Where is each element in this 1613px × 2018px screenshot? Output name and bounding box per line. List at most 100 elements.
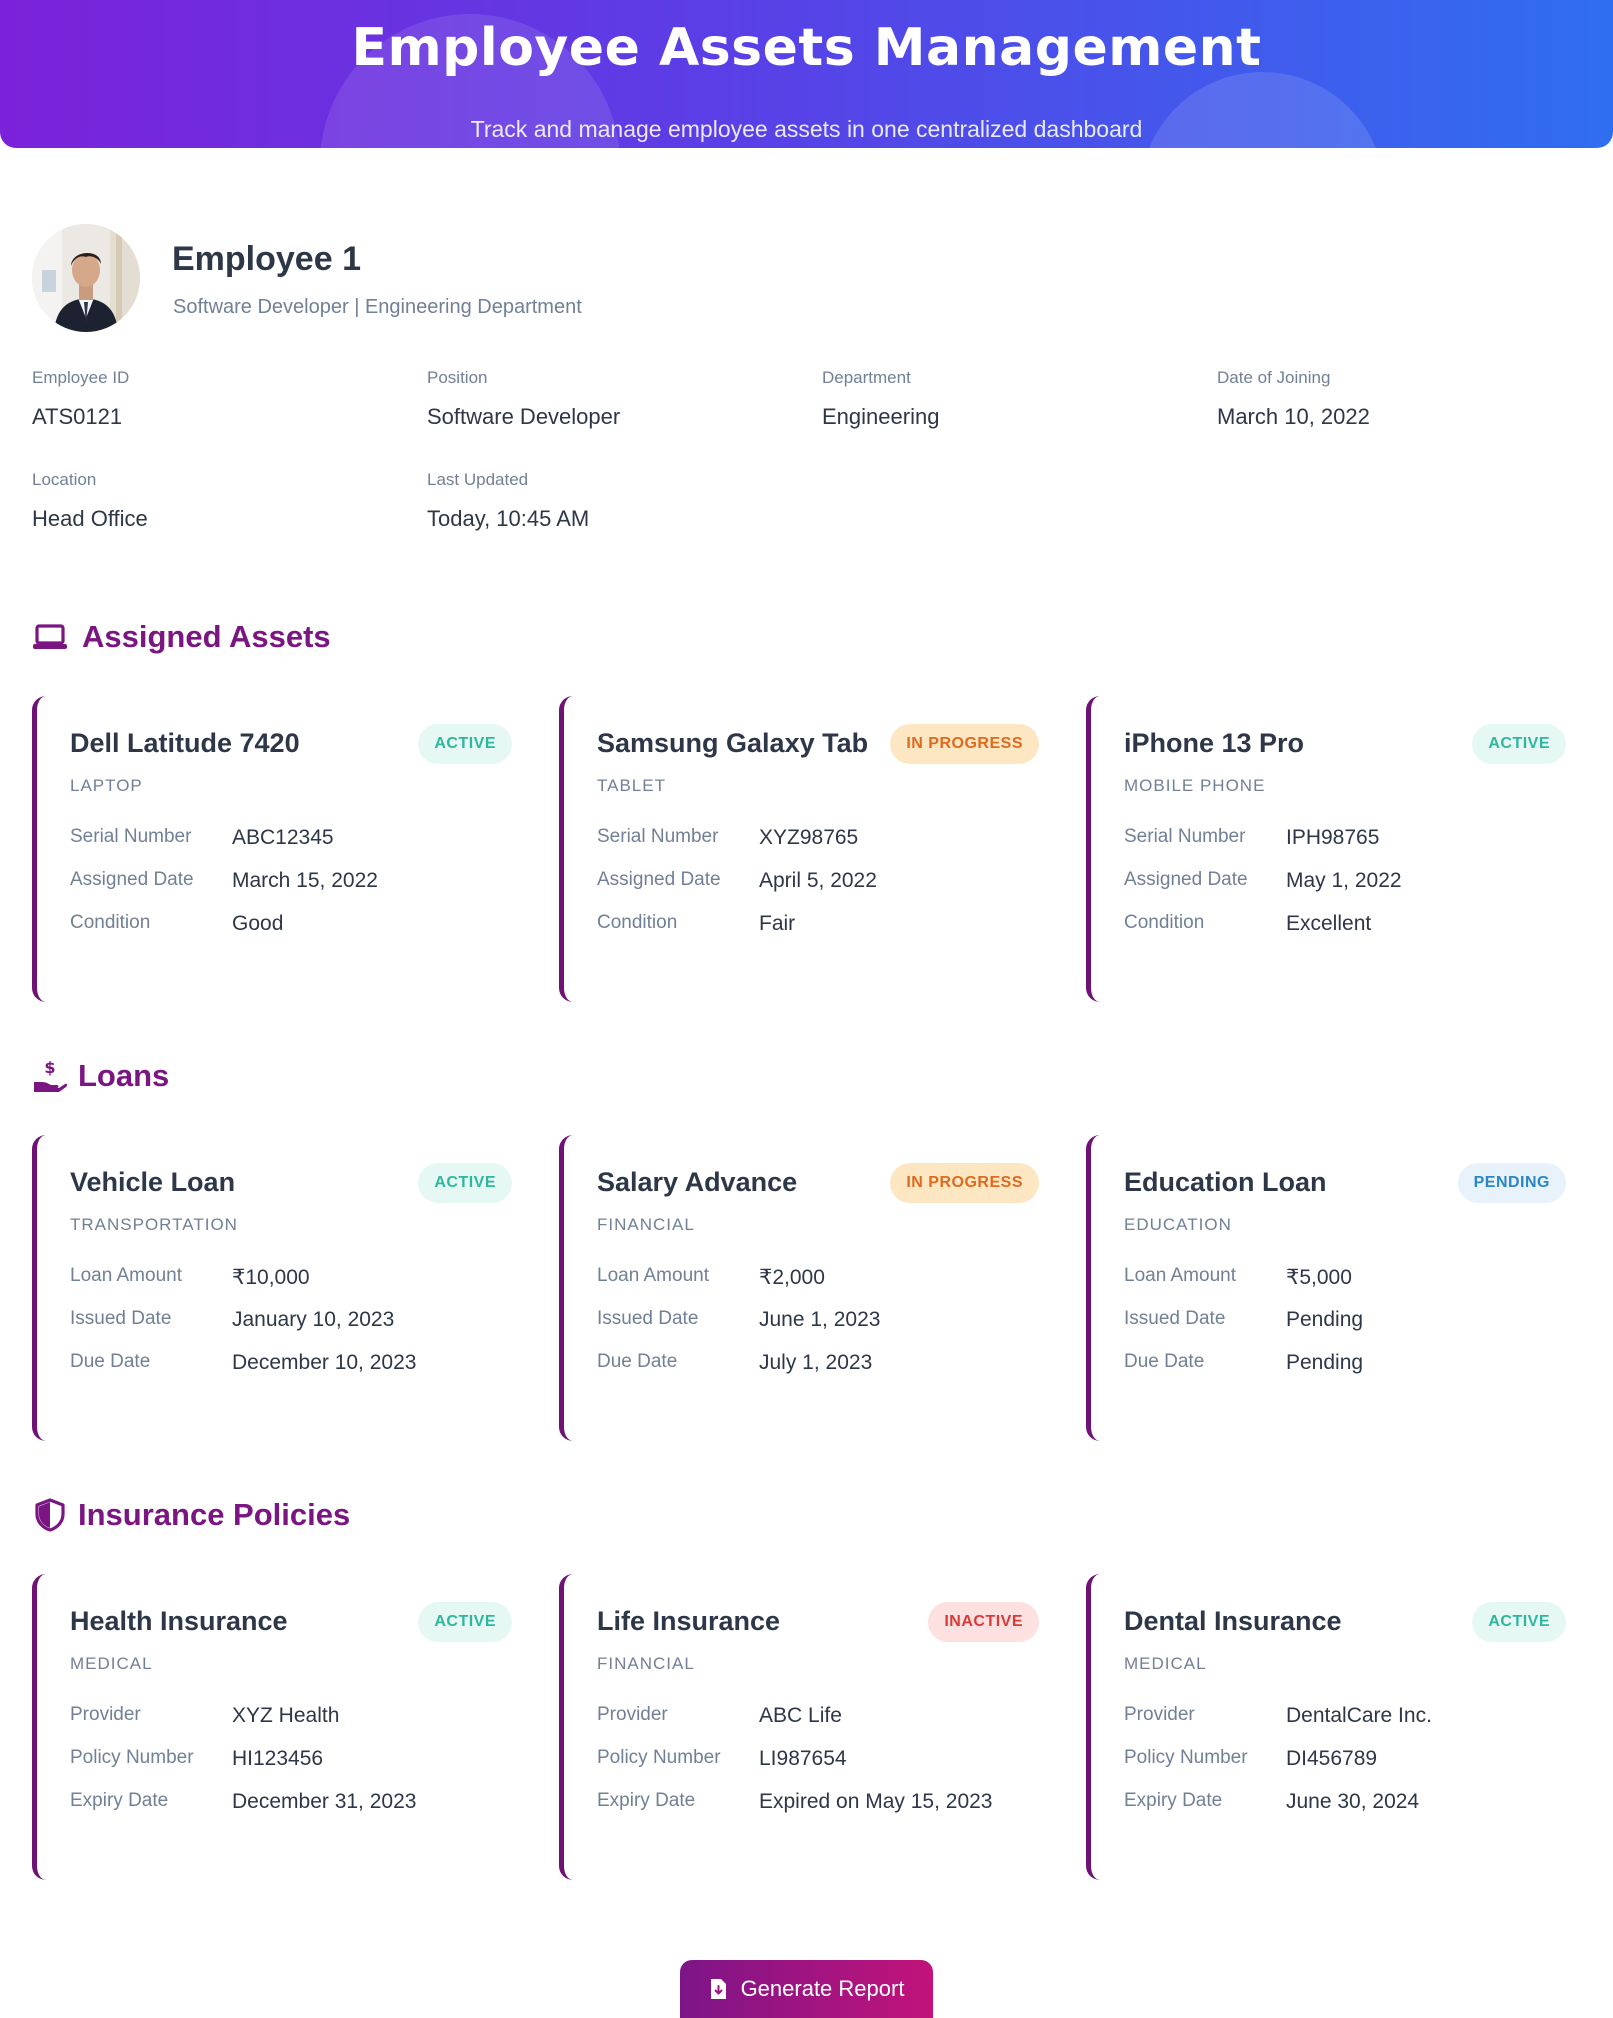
status-badge: PENDING — [1457, 1163, 1566, 1203]
status-badge: INACTIVE — [928, 1602, 1039, 1642]
detail-label: Loan Amount — [597, 1265, 709, 1286]
card-title: Dell Latitude 7420 — [70, 728, 300, 758]
status-badge: ACTIVE — [418, 1163, 512, 1203]
card-detail-row: Issued Date January 10, 2023 — [70, 1308, 510, 1338]
shield-icon — [32, 1497, 68, 1533]
insurance-card[interactable]: Life Insurance INACTIVE FINANCIAL Provid… — [559, 1574, 1039, 1880]
card-detail-row: Assigned Date May 1, 2022 — [1124, 869, 1564, 899]
detail-label: Due Date — [1124, 1351, 1205, 1372]
laptop-icon — [32, 619, 68, 655]
info-value: Software Developer — [427, 404, 621, 429]
info-label: Date of Joining — [1217, 368, 1331, 387]
info-value: Head Office — [32, 506, 148, 531]
section-title-insurance: Insurance Policies — [32, 1495, 350, 1535]
detail-label: Due Date — [70, 1351, 151, 1372]
detail-value: July 1, 2023 — [759, 1351, 873, 1374]
detail-value: ABC12345 — [232, 826, 334, 849]
page-subtitle: Track and manage employee assets in one … — [470, 116, 1143, 142]
detail-value: Fair — [759, 912, 796, 935]
card-detail-row: Loan Amount ₹5,000 — [1124, 1265, 1564, 1295]
card-detail-row: Condition Fair — [597, 912, 1037, 942]
info-label: Employee ID — [32, 368, 130, 387]
loan-card[interactable]: Education Loan PENDING EDUCATION Loan Am… — [1086, 1135, 1566, 1441]
card-detail-row: Condition Excellent — [1124, 912, 1564, 942]
detail-value: XYZ98765 — [759, 826, 859, 849]
status-badge: IN PROGRESS — [890, 1163, 1039, 1203]
detail-value: LI987654 — [759, 1747, 847, 1770]
card-detail-row: Assigned Date March 15, 2022 — [70, 869, 510, 899]
card-detail-row: Due Date December 10, 2023 — [70, 1351, 510, 1381]
info-label: Last Updated — [427, 470, 529, 489]
status-badge: ACTIVE — [418, 1602, 512, 1642]
detail-value: DI456789 — [1286, 1747, 1378, 1770]
detail-label: Serial Number — [70, 826, 192, 847]
card-detail-row: Expiry Date Expired on May 15, 2023 — [597, 1790, 1037, 1820]
detail-value: IPH98765 — [1286, 826, 1380, 849]
loan-card[interactable]: Vehicle Loan ACTIVE TRANSPORTATION Loan … — [32, 1135, 512, 1441]
detail-label: Provider — [70, 1704, 141, 1725]
card-category: EDUCATION — [1124, 1215, 1232, 1234]
info-value: ATS0121 — [32, 404, 123, 429]
asset-card[interactable]: Samsung Galaxy Tab IN PROGRESS TABLET Se… — [559, 696, 1039, 1002]
detail-value: December 31, 2023 — [232, 1790, 417, 1813]
detail-value: Pending — [1286, 1308, 1364, 1331]
detail-value: January 10, 2023 — [232, 1308, 395, 1331]
loan-card[interactable]: Salary Advance IN PROGRESS FINANCIAL Loa… — [559, 1135, 1039, 1441]
detail-label: Issued Date — [70, 1308, 172, 1329]
detail-label: Expiry Date — [597, 1790, 696, 1811]
status-badge: ACTIVE — [1472, 724, 1566, 764]
detail-label: Provider — [1124, 1704, 1195, 1725]
detail-value: ₹2,000 — [759, 1266, 825, 1289]
card-detail-row: Provider XYZ Health — [70, 1704, 510, 1734]
insurance-card[interactable]: Health Insurance ACTIVE MEDICAL Provider… — [32, 1574, 512, 1880]
card-category: MOBILE PHONE — [1124, 776, 1266, 795]
card-category: TRANSPORTATION — [70, 1215, 238, 1234]
card-title: Life Insurance — [597, 1606, 781, 1636]
card-category: FINANCIAL — [597, 1215, 695, 1234]
detail-value: June 1, 2023 — [759, 1308, 881, 1331]
page-title: Employee Assets Management — [351, 18, 1262, 78]
card-detail-row: Loan Amount ₹10,000 — [70, 1265, 510, 1295]
detail-value: December 10, 2023 — [232, 1351, 417, 1374]
detail-value: June 30, 2024 — [1286, 1790, 1420, 1813]
detail-value: Good — [232, 912, 284, 935]
employee-role-department: Software Developer | Engineering Departm… — [173, 296, 582, 318]
detail-value: ABC Life — [759, 1704, 842, 1727]
card-detail-row: Condition Good — [70, 912, 510, 942]
card-title: Samsung Galaxy Tab — [597, 728, 869, 758]
detail-label: Condition — [70, 912, 151, 933]
detail-label: Expiry Date — [70, 1790, 169, 1811]
card-detail-row: Serial Number IPH98765 — [1124, 826, 1564, 856]
card-detail-row: Serial Number ABC12345 — [70, 826, 510, 856]
info-value: Today, 10:45 AM — [427, 506, 590, 531]
section-title-loans: $ Loans — [32, 1056, 169, 1096]
insurance-card[interactable]: Dental Insurance ACTIVE MEDICAL Provider… — [1086, 1574, 1566, 1880]
file-download-icon — [709, 1978, 731, 2000]
status-badge: ACTIVE — [418, 724, 512, 764]
detail-label: Expiry Date — [1124, 1790, 1223, 1811]
detail-label: Assigned Date — [1124, 869, 1248, 890]
generate-report-button[interactable]: Generate Report — [680, 1960, 933, 2018]
asset-card[interactable]: Dell Latitude 7420 ACTIVE LAPTOP Serial … — [32, 696, 512, 1002]
detail-label: Assigned Date — [597, 869, 721, 890]
info-location: Location Head Office — [32, 470, 412, 532]
card-detail-row: Provider ABC Life — [597, 1704, 1037, 1734]
detail-label: Condition — [1124, 912, 1205, 933]
info-department: Department Engineering — [822, 368, 1202, 430]
card-detail-row: Issued Date Pending — [1124, 1308, 1564, 1338]
detail-label: Due Date — [597, 1351, 678, 1372]
detail-value: ₹10,000 — [232, 1266, 310, 1289]
detail-label: Issued Date — [597, 1308, 699, 1329]
info-employee-id: Employee ID ATS0121 — [32, 368, 412, 430]
detail-value: March 15, 2022 — [232, 869, 378, 892]
detail-value: HI123456 — [232, 1747, 324, 1770]
detail-label: Policy Number — [1124, 1747, 1248, 1768]
svg-text:$: $ — [44, 1058, 55, 1077]
section-title-assets: Assigned Assets — [32, 617, 331, 657]
asset-card[interactable]: iPhone 13 Pro ACTIVE MOBILE PHONE Serial… — [1086, 696, 1566, 1002]
card-category: MEDICAL — [70, 1654, 153, 1673]
card-detail-row: Provider DentalCare Inc. — [1124, 1704, 1564, 1734]
card-detail-row: Expiry Date June 30, 2024 — [1124, 1790, 1564, 1820]
info-label: Department — [822, 368, 911, 387]
card-category: TABLET — [597, 776, 666, 795]
